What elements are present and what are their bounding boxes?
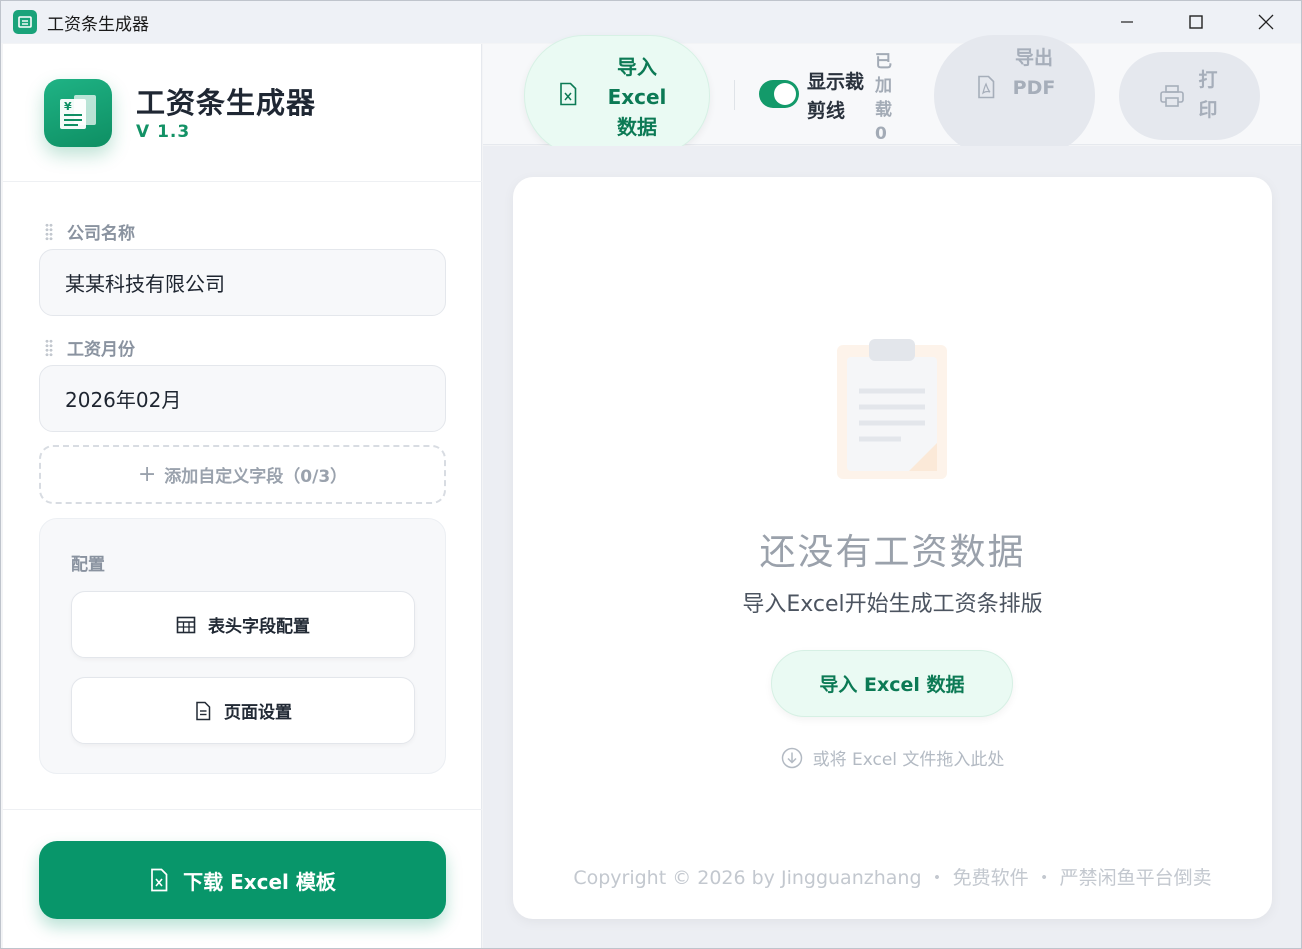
minimize-button[interactable] <box>1092 1 1162 43</box>
sidebar: ¥ 工资条生成器 V 1.3 公司名称 某某科技有限公司 工资月份 2026年0… <box>3 44 482 948</box>
plus-icon: + <box>137 462 157 487</box>
show-cut-lines-toggle[interactable] <box>759 80 799 108</box>
minimize-icon <box>1121 21 1133 23</box>
excel-file-icon <box>558 82 578 110</box>
sidebar-footer-divider <box>3 809 482 810</box>
window-title: 工资条生成器 <box>47 14 149 35</box>
preview-area: 还没有工资数据 导入Excel开始生成工资条排版 导入 Excel 数据 或将 … <box>483 146 1301 948</box>
app-name: 工资条生成器 <box>136 86 317 120</box>
add-custom-field-button[interactable]: + 添加自定义字段（0/3） <box>39 445 446 504</box>
empty-state-subtitle: 导入Excel开始生成工资条排版 <box>742 592 1043 617</box>
download-excel-template-label: 下载 Excel 模板 <box>183 869 336 894</box>
brand-header: ¥ 工资条生成器 V 1.3 <box>3 44 482 182</box>
toolbar-import-excel-label: 导入 Excel 数据 <box>607 55 667 139</box>
download-excel-template-button[interactable]: 下载 Excel 模板 <box>39 841 446 919</box>
close-icon <box>1258 14 1274 30</box>
add-custom-field-label: 添加自定义字段（0/3） <box>164 467 348 487</box>
excel-file-icon <box>149 868 169 892</box>
download-circle-icon <box>781 747 803 769</box>
payslip-logo-icon: ¥ <box>44 79 112 147</box>
empty-state-title: 还没有工资数据 <box>759 532 1026 573</box>
page-settings-button[interactable]: 页面设置 <box>71 677 415 744</box>
drag-handle-icon[interactable] <box>45 222 53 241</box>
export-pdf-button[interactable]: 导出 PDF <box>934 35 1095 156</box>
header-fields-config-label: 表头字段配置 <box>208 617 310 637</box>
print-button[interactable]: 打印 <box>1119 52 1260 140</box>
config-title: 配置 <box>71 555 105 575</box>
maximize-icon <box>1189 15 1203 29</box>
copyright-footer: Copyright © 2026 by Jingguanzhang ・ 免费软件… <box>573 867 1212 889</box>
table-icon <box>176 615 196 635</box>
printer-icon <box>1159 84 1185 112</box>
show-cut-lines-label: 显示裁剪线 <box>807 71 865 122</box>
empty-state-card: 还没有工资数据 导入Excel开始生成工资条排版 导入 Excel 数据 或将 … <box>513 177 1272 919</box>
svg-text:¥: ¥ <box>64 100 72 113</box>
drop-zone-hint: 或将 Excel 文件拖入此处 <box>513 745 1272 770</box>
salary-month-label-text: 工资月份 <box>67 340 135 360</box>
document-icon <box>194 701 212 721</box>
company-name-label-text: 公司名称 <box>67 224 135 244</box>
toggle-knob <box>774 83 796 105</box>
drag-handle-icon[interactable] <box>45 338 53 357</box>
drop-zone-hint-text: 或将 Excel 文件拖入此处 <box>812 750 1005 770</box>
clipboard-icon <box>835 337 949 485</box>
page-settings-label: 页面设置 <box>224 703 292 723</box>
print-label: 打印 <box>1198 69 1218 121</box>
company-name-input[interactable]: 某某科技有限公司 <box>39 249 446 316</box>
toolbar-import-excel-button[interactable]: 导入 Excel 数据 <box>524 35 710 156</box>
app-version: V 1.3 <box>136 122 191 142</box>
toolbar: 导入 Excel 数据 显示裁剪线 已加载 0 条 导出 PDF 打印 <box>483 35 1301 168</box>
close-button[interactable] <box>1231 1 1301 43</box>
toolbar-divider <box>734 80 735 110</box>
import-excel-button[interactable]: 导入 Excel 数据 <box>771 650 1013 717</box>
maximize-button[interactable] <box>1161 1 1231 43</box>
export-pdf-label: 导出 PDF <box>1012 47 1056 99</box>
salary-month-input[interactable]: 2026年02月 <box>39 365 446 432</box>
config-panel: 配置 表头字段配置 页面设置 <box>39 518 446 774</box>
pdf-file-icon <box>976 75 996 103</box>
header-fields-config-button[interactable]: 表头字段配置 <box>71 591 415 658</box>
salary-month-label: 工资月份 <box>45 335 135 360</box>
company-name-label: 公司名称 <box>45 219 135 244</box>
app-window: 工资条生成器 ¥ 工资条生成器 V 1.3 公司名称 某某科技有限公司 工资月份… <box>0 0 1302 949</box>
app-icon <box>13 10 37 34</box>
